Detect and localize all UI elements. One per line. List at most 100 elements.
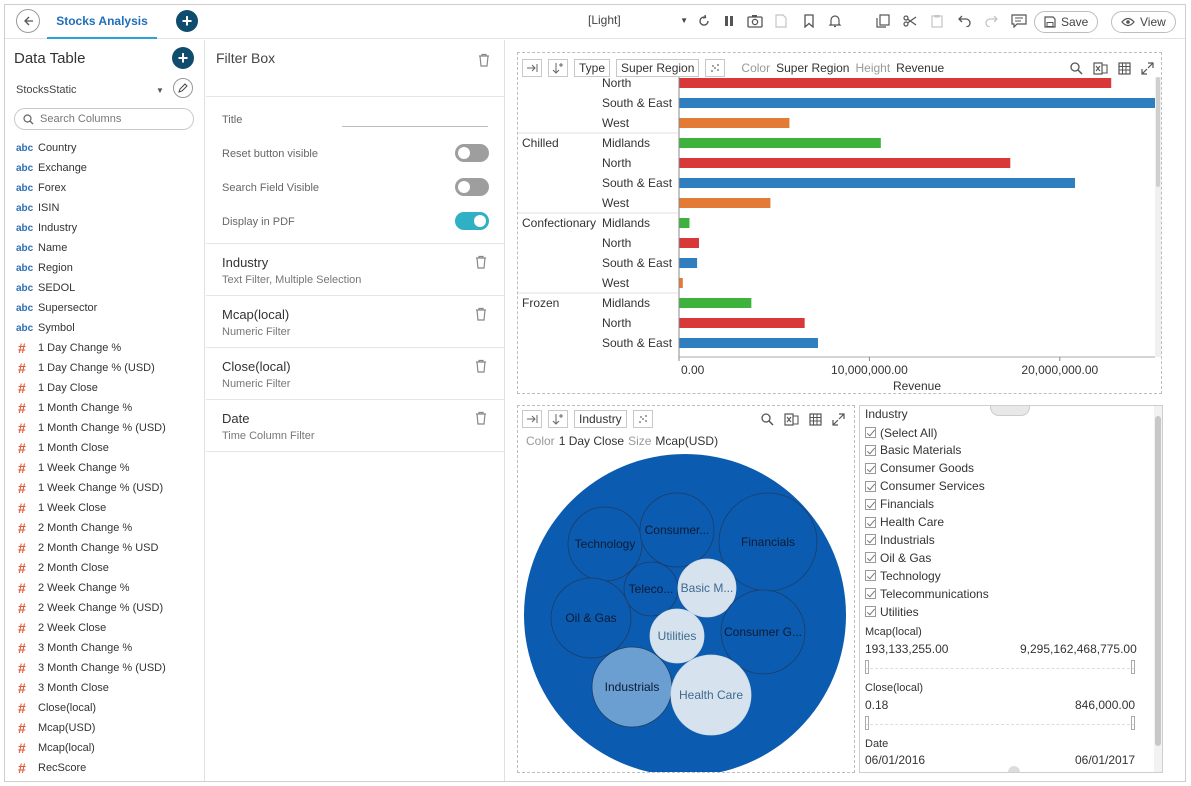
search-columns-input[interactable] [40,113,180,125]
column-item[interactable]: #3 Month Close [5,678,203,698]
comment-icon[interactable] [1009,11,1029,31]
redo-icon[interactable] [981,11,1001,31]
filter-item[interactable]: Mcap(local) Numeric Filter [206,296,505,348]
bar[interactable] [679,338,818,348]
column-item[interactable]: #1 Day Change % [5,338,203,358]
filter-item[interactable]: Close(local) Numeric Filter [206,348,505,400]
bar[interactable] [679,118,790,128]
filter-item[interactable]: Date Time Column Filter [206,400,505,452]
refresh-icon[interactable] [694,11,714,31]
column-item[interactable]: abc SEDOL [5,278,203,298]
bar[interactable] [679,138,881,148]
column-item[interactable]: #1 Day Close [5,378,203,398]
industry-option[interactable]: Financials [865,496,934,513]
checkbox[interactable] [865,462,876,474]
cut-icon[interactable] [900,11,920,31]
view-button[interactable]: View [1111,11,1176,33]
search-columns-box[interactable] [14,108,194,130]
bar[interactable] [679,218,690,228]
back-button[interactable] [16,9,40,33]
column-item[interactable]: abc Forex [5,178,203,198]
column-item[interactable]: #1 Month Change % (USD) [5,418,203,438]
bar[interactable] [679,98,1155,108]
tab-stocks-analysis[interactable]: Stocks Analysis [47,5,157,39]
paste-icon[interactable] [927,11,947,31]
checkbox[interactable] [865,498,876,510]
copy-icon[interactable] [873,11,893,31]
trash-icon[interactable] [474,255,488,269]
reset-visible-toggle[interactable] [455,144,489,162]
data-source-select[interactable]: StocksStatic [16,84,77,96]
column-item[interactable]: #1 Week Change % [5,458,203,478]
checkbox[interactable] [865,570,876,582]
sort-icon[interactable] [548,410,568,428]
industry-option[interactable]: Health Care [865,514,944,531]
filter-panel-scrollbar[interactable] [1154,406,1162,772]
excel-icon[interactable] [784,412,799,426]
column-item[interactable]: # Close(local) [5,698,203,718]
table-icon[interactable] [809,412,822,426]
column-item[interactable]: #1 Week Close [5,498,203,518]
column-item[interactable]: #1 Week Change % (USD) [5,478,203,498]
industry-option[interactable]: Utilities [865,603,919,620]
industry-option[interactable]: Industrials [865,531,935,548]
column-item[interactable]: abc Exchange [5,158,203,178]
drag-handle-icon[interactable] [990,406,1030,416]
bar[interactable] [679,318,805,328]
type-value-chip[interactable]: Industry [574,410,627,428]
column-item[interactable]: #1 Month Close [5,438,203,458]
save-button[interactable]: Save [1034,11,1099,33]
column-item[interactable]: # Mcap(local) [5,738,203,758]
trash-icon[interactable] [477,53,491,67]
close-slider-track[interactable] [865,724,1135,725]
add-column-button[interactable]: + [172,47,194,69]
industry-option[interactable]: Consumer Goods [865,460,974,477]
column-item[interactable]: abc Region [5,258,203,278]
filter-item[interactable]: Industry Text Filter, Multiple Selection [206,244,505,296]
checkbox[interactable] [865,480,876,492]
undo-icon[interactable] [955,11,975,31]
checkbox[interactable] [865,588,876,600]
column-item[interactable]: # RecScore [5,758,203,778]
column-item[interactable]: #3 Month Change % [5,638,203,658]
industry-option[interactable]: Technology [865,567,941,584]
industry-option[interactable]: Telecommunications [865,585,989,602]
column-item[interactable]: #3 Month Change % (USD) [5,658,203,678]
trash-icon[interactable] [474,307,488,321]
maximize-icon[interactable] [832,412,845,426]
column-item[interactable]: #2 Month Change % USD [5,538,203,558]
bar[interactable] [679,278,683,288]
checkbox[interactable] [865,606,876,617]
bar[interactable] [679,178,1076,188]
mcap-slider-track[interactable] [865,668,1135,669]
close-slider-max-handle[interactable] [1131,716,1135,730]
close-slider-min-handle[interactable] [865,716,869,730]
mcap-slider-max-handle[interactable] [1131,660,1135,674]
edit-source-button[interactable] [173,78,193,98]
bar[interactable] [679,238,699,248]
pdf-icon[interactable] [771,11,791,31]
trash-icon[interactable] [474,411,488,425]
display-pdf-toggle[interactable] [455,212,489,230]
industry-option[interactable]: Consumer Services [865,478,985,495]
column-item[interactable]: #1 Day Change % (USD) [5,358,203,378]
industry-option[interactable]: Oil & Gas [865,549,931,566]
column-item[interactable]: abc Country [5,138,203,158]
search-visible-toggle[interactable] [455,178,489,196]
column-item[interactable]: #2 Week Close [5,618,203,638]
expand-rows-icon[interactable] [522,410,542,428]
checkbox[interactable] [865,516,876,528]
column-item[interactable]: #2 Month Change % [5,518,203,538]
chevron-down-icon[interactable]: ▼ [156,86,164,95]
mcap-slider-min-handle[interactable] [865,660,869,674]
title-input[interactable] [342,113,488,127]
bar[interactable] [679,258,698,268]
checkbox[interactable] [865,552,876,564]
bell-icon[interactable] [825,11,845,31]
pause-icon[interactable] [719,11,739,31]
color-value[interactable]: 1 Day Close [559,434,624,448]
checkbox[interactable] [865,534,876,546]
snapshot-icon[interactable] [745,11,765,31]
column-item[interactable]: abc Supersector [5,298,203,318]
bar[interactable] [679,78,1112,88]
